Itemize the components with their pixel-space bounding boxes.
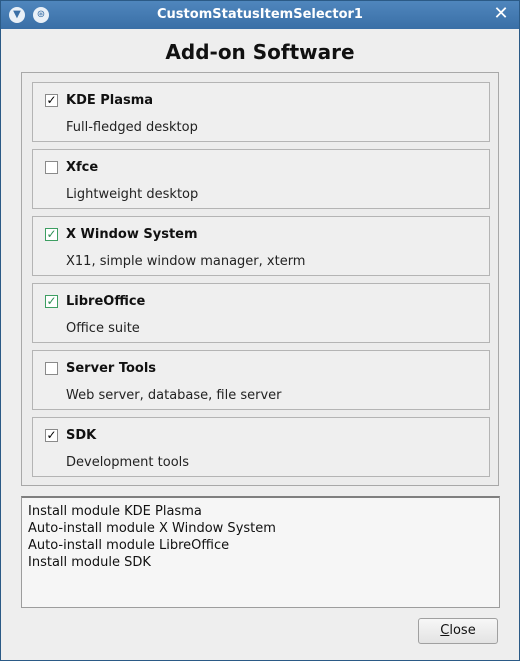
addon-title: LibreOffice: [66, 294, 146, 309]
title-bar[interactable]: ▼ ⊛ CustomStatusItemSelector1 ✕: [1, 1, 519, 29]
install-log[interactable]: Install module KDE Plasma Auto-install m…: [21, 496, 500, 608]
addon-title: KDE Plasma: [66, 93, 154, 108]
log-line: Auto-install module LibreOffice: [28, 538, 230, 553]
log-line: Install module KDE Plasma: [28, 504, 202, 519]
addon-item-libreoffice: ✓ LibreOffice Office suite: [32, 283, 490, 343]
close-button-mnemonic: C: [440, 623, 450, 638]
addon-title: Xfce: [66, 160, 99, 175]
addon-description: Development tools: [66, 455, 190, 470]
addon-item-server-tools: Server Tools Web server, database, file …: [32, 350, 490, 410]
addon-group: ✓ KDE Plasma Full-fledged desktop Xfce L…: [21, 72, 499, 486]
log-line: Auto-install module X Window System: [28, 521, 276, 536]
checkbox-xfce[interactable]: [45, 161, 58, 174]
addon-description: Web server, database, file server: [66, 388, 282, 403]
addon-item-sdk: ✓ SDK Development tools: [32, 417, 490, 477]
addon-description: Full-fledged desktop: [66, 120, 198, 135]
close-button-label: lose: [449, 623, 476, 638]
close-button[interactable]: Close: [418, 618, 498, 644]
checkbox-x-window-system[interactable]: ✓: [45, 228, 58, 241]
checkbox-sdk[interactable]: ✓: [45, 429, 58, 442]
addon-description: Office suite: [66, 321, 140, 336]
checkbox-libreoffice[interactable]: ✓: [45, 295, 58, 308]
checkbox-kde-plasma[interactable]: ✓: [45, 94, 58, 107]
addon-title: Server Tools: [66, 361, 157, 376]
addon-description: X11, simple window manager, xterm: [66, 254, 306, 269]
page-title: Add-on Software: [165, 40, 355, 64]
addon-item-kde-plasma: ✓ KDE Plasma Full-fledged desktop: [32, 82, 490, 142]
window-title: CustomStatusItemSelector1: [157, 7, 363, 22]
addon-item-x-window-system: ✓ X Window System X11, simple window man…: [32, 216, 490, 276]
log-line: Install module SDK: [28, 555, 151, 570]
addon-item-xfce: Xfce Lightweight desktop: [32, 149, 490, 209]
addon-title: X Window System: [66, 227, 198, 242]
dialog-window: ▼ ⊛ CustomStatusItemSelector1 ✕ Add-on S…: [0, 0, 520, 661]
addon-title: SDK: [66, 428, 97, 443]
checkbox-server-tools[interactable]: [45, 362, 58, 375]
close-icon[interactable]: ✕: [491, 4, 511, 24]
addon-description: Lightweight desktop: [66, 187, 199, 202]
